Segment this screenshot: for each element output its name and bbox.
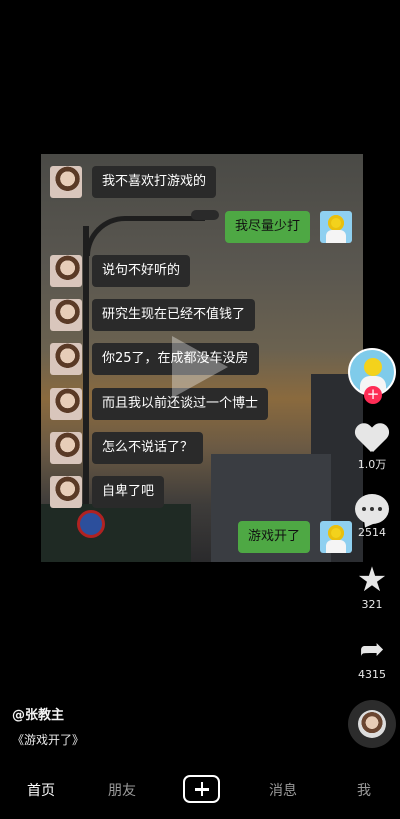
- road-sign: [77, 510, 105, 538]
- chat-message-left: 而且我以前还谈过一个博士: [50, 388, 269, 420]
- trees: [41, 504, 191, 562]
- female-avatar: [50, 388, 82, 420]
- music-disc-icon: [358, 710, 386, 738]
- chat-message-left: 我不喜欢打游戏的: [50, 166, 217, 198]
- comment-button[interactable]: 2514: [352, 494, 392, 539]
- female-avatar: [50, 432, 82, 464]
- comment-count: 2514: [358, 526, 386, 539]
- chat-message-right: 我尽量少打: [224, 211, 352, 243]
- heart-icon: [355, 424, 389, 454]
- chat-message-left: 怎么不说话了？: [50, 432, 204, 464]
- nav-me[interactable]: 我: [357, 780, 371, 800]
- chat-bubble: 我尽量少打: [224, 211, 310, 243]
- chat-bubble: 怎么不说话了？: [92, 432, 204, 464]
- play-icon[interactable]: [172, 336, 228, 398]
- author-name[interactable]: @张教主: [12, 704, 64, 723]
- bottom-nav: 首页 朋友 消息 我: [0, 768, 400, 819]
- chat-bubble: 游戏开了: [237, 521, 310, 553]
- chat-bubble: 自卑了吧: [92, 476, 165, 508]
- male-avatar: [320, 211, 352, 243]
- like-count: 1.0万: [357, 458, 387, 471]
- nav-home[interactable]: 首页: [27, 780, 55, 800]
- chat-message-left: 自卑了吧: [50, 476, 165, 508]
- female-avatar: [50, 166, 82, 198]
- chat-message-right: 游戏开了: [237, 521, 352, 553]
- male-avatar: [320, 521, 352, 553]
- share-arrow-icon: ➦: [359, 632, 385, 667]
- nav-friends[interactable]: 朋友: [108, 780, 136, 800]
- post-caption[interactable]: 《游戏开了》: [12, 731, 84, 748]
- female-avatar: [50, 476, 82, 508]
- chat-bubble: 说句不好听的: [92, 255, 191, 287]
- street-lamp-arm: [85, 216, 205, 256]
- music-disc-button[interactable]: [348, 700, 396, 748]
- female-avatar: [50, 343, 82, 375]
- comment-icon: [355, 494, 389, 524]
- female-avatar: [50, 255, 82, 287]
- chat-message-left: 说句不好听的: [50, 255, 191, 287]
- share-count: 4315: [358, 668, 386, 681]
- street-lamp-head: [191, 210, 219, 220]
- chat-message-left: 研究生现在已经不值钱了: [50, 299, 256, 331]
- favorite-button[interactable]: ★ 321: [352, 560, 392, 611]
- follow-plus-icon[interactable]: +: [364, 386, 382, 404]
- create-plus-button[interactable]: [183, 775, 220, 803]
- chat-bubble: 研究生现在已经不值钱了: [92, 299, 256, 331]
- chat-bubble: 我不喜欢打游戏的: [92, 166, 217, 198]
- like-button[interactable]: 1.0万: [352, 424, 392, 472]
- star-icon: ★: [356, 560, 388, 600]
- female-avatar: [50, 299, 82, 331]
- share-button[interactable]: ➦ 4315: [352, 632, 392, 682]
- nav-messages[interactable]: 消息: [269, 780, 297, 800]
